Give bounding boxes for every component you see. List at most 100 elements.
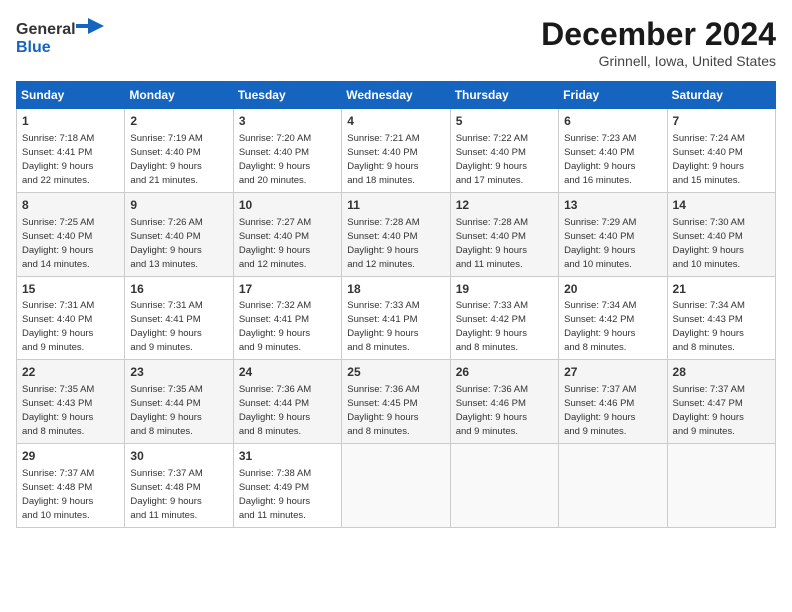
calendar-cell: 16 Sunrise: 7:31 AMSunset: 4:41 PMDaylig… [125,276,233,360]
day-number: 12 [456,197,553,214]
calendar-cell: 29 Sunrise: 7:37 AMSunset: 4:48 PMDaylig… [17,444,125,528]
day-number: 31 [239,448,336,465]
day-info: Sunrise: 7:34 AMSunset: 4:43 PMDaylight:… [673,300,745,353]
calendar-cell [450,444,558,528]
day-number: 24 [239,364,336,381]
day-info: Sunrise: 7:37 AMSunset: 4:48 PMDaylight:… [22,468,94,521]
calendar-cell: 13 Sunrise: 7:29 AMSunset: 4:40 PMDaylig… [559,192,667,276]
calendar-cell: 25 Sunrise: 7:36 AMSunset: 4:45 PMDaylig… [342,360,450,444]
day-info: Sunrise: 7:33 AMSunset: 4:42 PMDaylight:… [456,300,528,353]
calendar-cell: 24 Sunrise: 7:36 AMSunset: 4:44 PMDaylig… [233,360,341,444]
calendar-cell: 8 Sunrise: 7:25 AMSunset: 4:40 PMDayligh… [17,192,125,276]
day-number: 21 [673,281,770,298]
day-number: 11 [347,197,444,214]
day-info: Sunrise: 7:22 AMSunset: 4:40 PMDaylight:… [456,133,528,186]
day-info: Sunrise: 7:31 AMSunset: 4:41 PMDaylight:… [130,300,202,353]
calendar-week-5: 29 Sunrise: 7:37 AMSunset: 4:48 PMDaylig… [17,444,776,528]
day-number: 16 [130,281,227,298]
day-number: 10 [239,197,336,214]
calendar-table: SundayMondayTuesdayWednesdayThursdayFrid… [16,81,776,528]
day-number: 17 [239,281,336,298]
title-block: December 2024 Grinnell, Iowa, United Sta… [541,16,776,69]
day-number: 18 [347,281,444,298]
location: Grinnell, Iowa, United States [541,53,776,69]
header-sunday: Sunday [17,82,125,109]
header-monday: Monday [125,82,233,109]
calendar-cell: 18 Sunrise: 7:33 AMSunset: 4:41 PMDaylig… [342,276,450,360]
calendar-week-1: 1 Sunrise: 7:18 AMSunset: 4:41 PMDayligh… [17,109,776,193]
day-number: 20 [564,281,661,298]
calendar-cell: 5 Sunrise: 7:22 AMSunset: 4:40 PMDayligh… [450,109,558,193]
day-info: Sunrise: 7:32 AMSunset: 4:41 PMDaylight:… [239,300,311,353]
day-number: 8 [22,197,119,214]
calendar-cell: 7 Sunrise: 7:24 AMSunset: 4:40 PMDayligh… [667,109,775,193]
day-number: 29 [22,448,119,465]
calendar-cell [559,444,667,528]
calendar-week-3: 15 Sunrise: 7:31 AMSunset: 4:40 PMDaylig… [17,276,776,360]
day-number: 1 [22,113,119,130]
logo: General Blue [16,16,106,58]
header-wednesday: Wednesday [342,82,450,109]
day-info: Sunrise: 7:36 AMSunset: 4:44 PMDaylight:… [239,384,311,437]
calendar-cell: 1 Sunrise: 7:18 AMSunset: 4:41 PMDayligh… [17,109,125,193]
day-info: Sunrise: 7:36 AMSunset: 4:45 PMDaylight:… [347,384,419,437]
calendar-cell: 27 Sunrise: 7:37 AMSunset: 4:46 PMDaylig… [559,360,667,444]
calendar-cell: 11 Sunrise: 7:28 AMSunset: 4:40 PMDaylig… [342,192,450,276]
day-info: Sunrise: 7:36 AMSunset: 4:46 PMDaylight:… [456,384,528,437]
header-saturday: Saturday [667,82,775,109]
calendar-cell: 28 Sunrise: 7:37 AMSunset: 4:47 PMDaylig… [667,360,775,444]
calendar-cell: 22 Sunrise: 7:35 AMSunset: 4:43 PMDaylig… [17,360,125,444]
day-number: 9 [130,197,227,214]
calendar-cell: 9 Sunrise: 7:26 AMSunset: 4:40 PMDayligh… [125,192,233,276]
calendar-cell: 12 Sunrise: 7:28 AMSunset: 4:40 PMDaylig… [450,192,558,276]
day-info: Sunrise: 7:23 AMSunset: 4:40 PMDaylight:… [564,133,636,186]
calendar-cell: 23 Sunrise: 7:35 AMSunset: 4:44 PMDaylig… [125,360,233,444]
page-header: General Blue December 2024 Grinnell, Iow… [16,16,776,69]
day-info: Sunrise: 7:27 AMSunset: 4:40 PMDaylight:… [239,217,311,270]
calendar-cell: 10 Sunrise: 7:27 AMSunset: 4:40 PMDaylig… [233,192,341,276]
calendar-cell: 15 Sunrise: 7:31 AMSunset: 4:40 PMDaylig… [17,276,125,360]
day-info: Sunrise: 7:38 AMSunset: 4:49 PMDaylight:… [239,468,311,521]
calendar-header-row: SundayMondayTuesdayWednesdayThursdayFrid… [17,82,776,109]
calendar-week-2: 8 Sunrise: 7:25 AMSunset: 4:40 PMDayligh… [17,192,776,276]
day-info: Sunrise: 7:37 AMSunset: 4:46 PMDaylight:… [564,384,636,437]
day-info: Sunrise: 7:37 AMSunset: 4:48 PMDaylight:… [130,468,202,521]
day-number: 3 [239,113,336,130]
calendar-cell [667,444,775,528]
calendar-cell: 19 Sunrise: 7:33 AMSunset: 4:42 PMDaylig… [450,276,558,360]
day-number: 7 [673,113,770,130]
day-info: Sunrise: 7:24 AMSunset: 4:40 PMDaylight:… [673,133,745,186]
day-info: Sunrise: 7:35 AMSunset: 4:44 PMDaylight:… [130,384,202,437]
day-number: 27 [564,364,661,381]
logo-svg: General Blue [16,16,106,58]
day-info: Sunrise: 7:28 AMSunset: 4:40 PMDaylight:… [456,217,528,270]
day-info: Sunrise: 7:35 AMSunset: 4:43 PMDaylight:… [22,384,94,437]
day-info: Sunrise: 7:21 AMSunset: 4:40 PMDaylight:… [347,133,419,186]
day-info: Sunrise: 7:18 AMSunset: 4:41 PMDaylight:… [22,133,94,186]
header-friday: Friday [559,82,667,109]
day-info: Sunrise: 7:29 AMSunset: 4:40 PMDaylight:… [564,217,636,270]
calendar-cell: 26 Sunrise: 7:36 AMSunset: 4:46 PMDaylig… [450,360,558,444]
day-number: 28 [673,364,770,381]
calendar-cell [342,444,450,528]
header-tuesday: Tuesday [233,82,341,109]
day-number: 30 [130,448,227,465]
day-info: Sunrise: 7:19 AMSunset: 4:40 PMDaylight:… [130,133,202,186]
calendar-cell: 3 Sunrise: 7:20 AMSunset: 4:40 PMDayligh… [233,109,341,193]
day-info: Sunrise: 7:31 AMSunset: 4:40 PMDaylight:… [22,300,94,353]
calendar-cell: 17 Sunrise: 7:32 AMSunset: 4:41 PMDaylig… [233,276,341,360]
day-number: 15 [22,281,119,298]
calendar-cell: 30 Sunrise: 7:37 AMSunset: 4:48 PMDaylig… [125,444,233,528]
day-number: 13 [564,197,661,214]
day-number: 19 [456,281,553,298]
day-info: Sunrise: 7:25 AMSunset: 4:40 PMDaylight:… [22,217,94,270]
day-info: Sunrise: 7:33 AMSunset: 4:41 PMDaylight:… [347,300,419,353]
calendar-cell: 4 Sunrise: 7:21 AMSunset: 4:40 PMDayligh… [342,109,450,193]
month-title: December 2024 [541,16,776,53]
day-info: Sunrise: 7:34 AMSunset: 4:42 PMDaylight:… [564,300,636,353]
day-info: Sunrise: 7:37 AMSunset: 4:47 PMDaylight:… [673,384,745,437]
calendar-cell: 6 Sunrise: 7:23 AMSunset: 4:40 PMDayligh… [559,109,667,193]
day-info: Sunrise: 7:20 AMSunset: 4:40 PMDaylight:… [239,133,311,186]
day-number: 23 [130,364,227,381]
svg-text:Blue: Blue [16,39,51,56]
